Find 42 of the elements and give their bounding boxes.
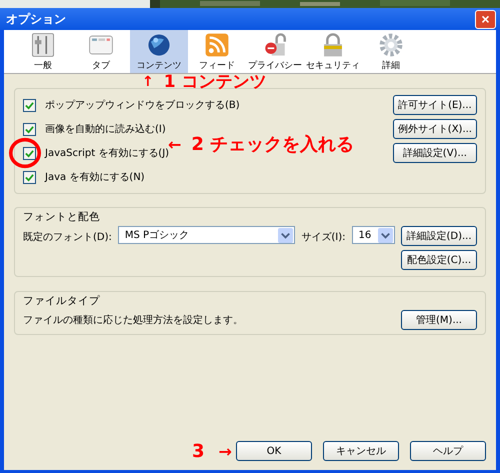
cancel-button[interactable]: キャンセル xyxy=(323,441,399,461)
tab[interactable]: プライバシー xyxy=(246,30,304,73)
checkbox-label: ポップアップウィンドウをブロックする(B) xyxy=(45,98,240,112)
annotation-text: 2 チェックを入れる xyxy=(191,133,354,156)
annotation-arrow: ← xyxy=(168,134,182,154)
settings-button[interactable]: 詳細設定(V)... xyxy=(392,143,477,163)
annotation-text: 3 xyxy=(192,441,205,462)
checkbox[interactable] xyxy=(23,98,36,112)
size-dropdown[interactable]: 16 xyxy=(352,226,395,244)
checkbox[interactable] xyxy=(23,122,36,136)
globe-icon xyxy=(146,32,172,58)
sliders-icon xyxy=(30,32,56,58)
tab[interactable]: セキュリティ xyxy=(304,30,362,73)
checkbox[interactable] xyxy=(23,170,36,184)
checkbox[interactable] xyxy=(23,146,36,160)
highlight-circle xyxy=(8,137,42,169)
font-label: 既定のフォント(D): xyxy=(23,230,112,244)
description-text: ファイルの種類に応じた処理方法を設定します。 xyxy=(23,314,243,327)
annotation-arrow: → xyxy=(218,442,232,461)
close-button[interactable]: × xyxy=(475,10,496,28)
settings-button[interactable]: 許可サイト(E)... xyxy=(392,95,477,115)
window-title: オプション xyxy=(6,10,66,28)
checkbox-label: 画像を自動的に読み込む(I) xyxy=(45,122,166,136)
settings-button[interactable]: 詳細設定(D)... xyxy=(401,226,477,246)
annotation-arrow: ↑ xyxy=(142,74,154,90)
ok-button[interactable]: OK xyxy=(236,441,312,461)
settings-button[interactable]: 配色設定(C)... xyxy=(401,250,477,270)
group-title: ファイルタイプ xyxy=(23,294,101,308)
settings-button[interactable]: 例外サイト(X)... xyxy=(392,119,477,139)
checkbox-label: JavaScript を有効にする(J) xyxy=(45,148,170,160)
tab[interactable]: 一般 xyxy=(14,30,72,73)
checkbox-label: Java を有効にする(N) xyxy=(45,170,145,184)
tab[interactable]: フィード xyxy=(188,30,246,73)
size-label: サイズ(I): xyxy=(301,231,346,244)
font-dropdown[interactable]: MS Pゴシック xyxy=(118,226,296,244)
help-button[interactable]: ヘルプ xyxy=(410,441,486,461)
tab[interactable]: 詳細 xyxy=(362,30,420,73)
manage-button[interactable]: 管理(M)... xyxy=(401,310,477,330)
annotation-text: 1 コンテンツ xyxy=(164,71,266,93)
tab[interactable]: コンテンツ xyxy=(130,30,188,73)
tab[interactable]: タブ xyxy=(72,30,130,73)
group-title: フォントと配色 xyxy=(23,210,101,224)
